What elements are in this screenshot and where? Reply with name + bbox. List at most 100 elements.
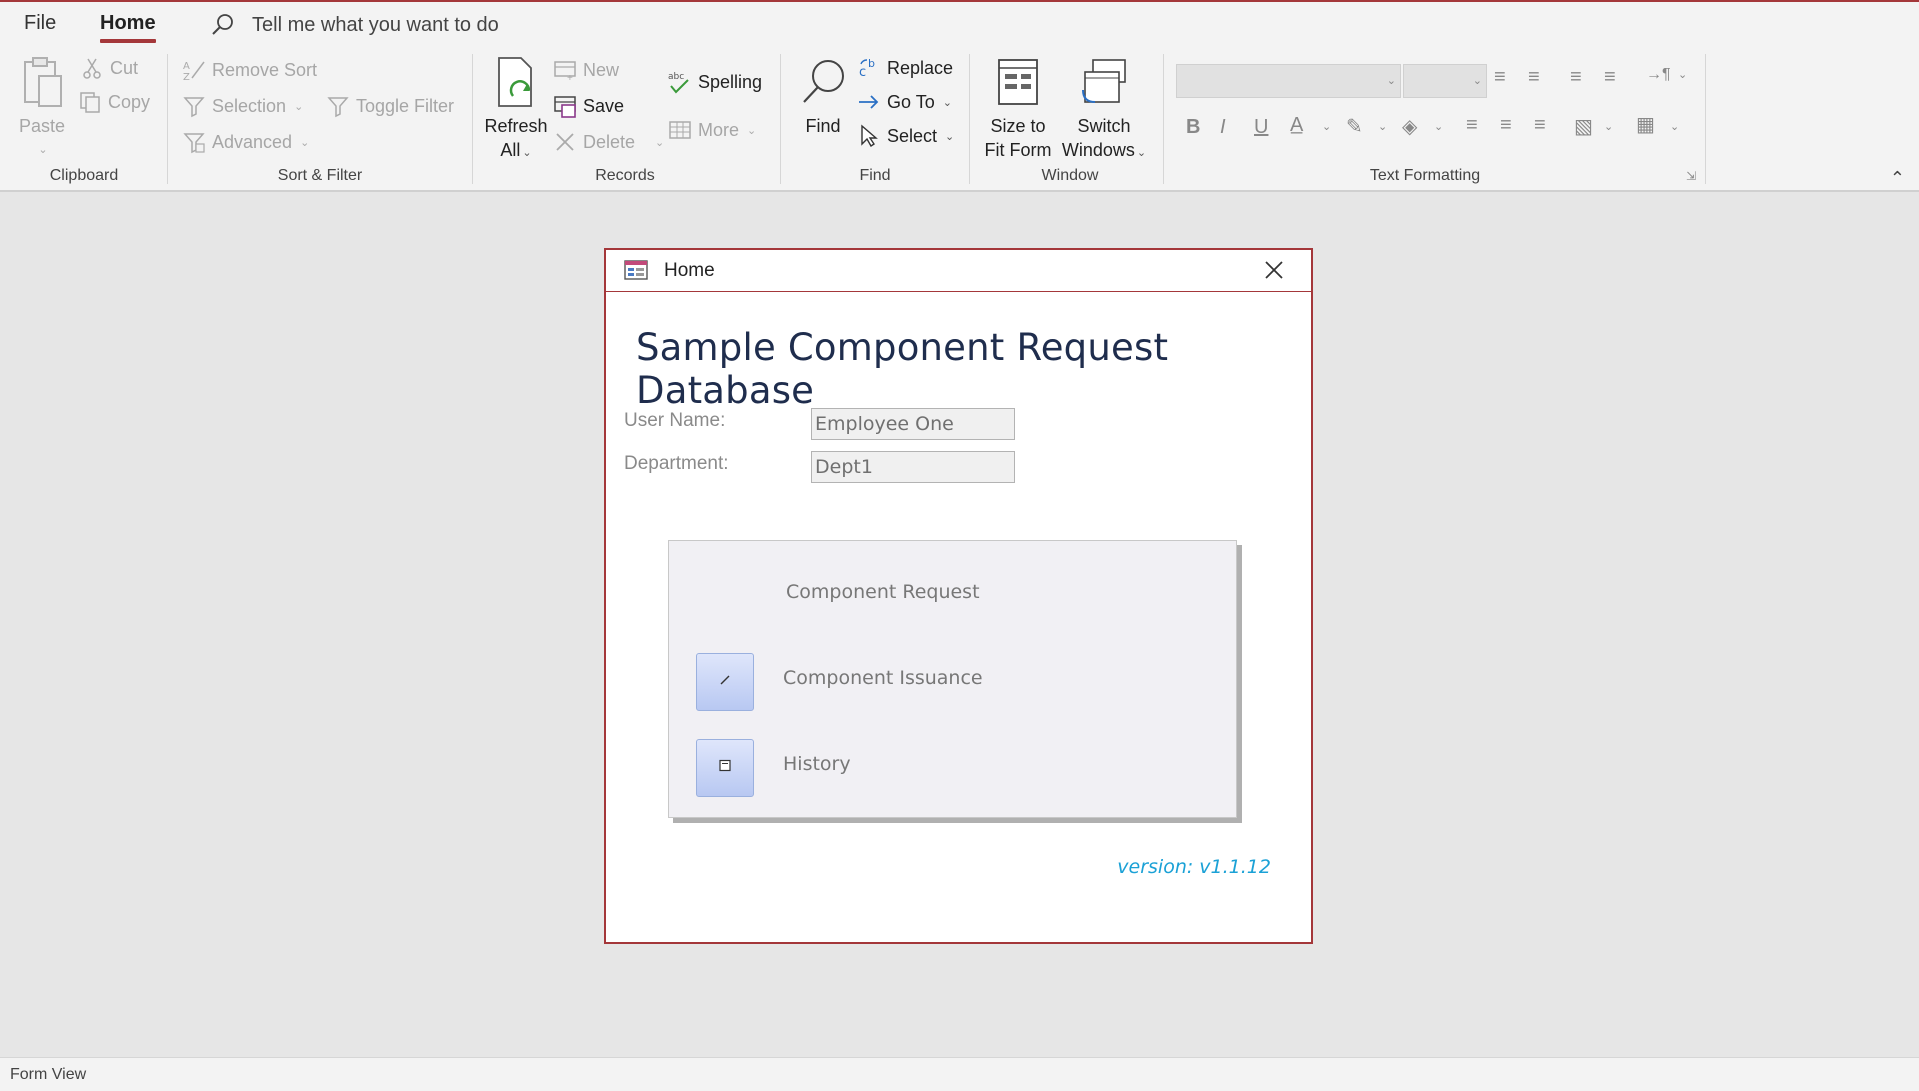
component-issuance-label: Component Issuance bbox=[783, 667, 983, 689]
svg-text:Z: Z bbox=[183, 72, 190, 82]
svg-text:abc: abc bbox=[668, 72, 684, 82]
new-record-icon: + bbox=[553, 58, 577, 84]
ribbon-separator bbox=[167, 54, 168, 184]
conditional-format-icon[interactable]: ▧ bbox=[1574, 114, 1593, 139]
refresh-all-button[interactable]: Refresh All ⌄ bbox=[484, 56, 548, 165]
new-record-button[interactable]: + New bbox=[553, 58, 620, 84]
chevron-down-icon: ⌄ bbox=[300, 136, 310, 149]
delete-icon bbox=[553, 130, 577, 154]
align-left-icon[interactable]: ≡ bbox=[1466, 114, 1478, 137]
close-icon[interactable] bbox=[1263, 259, 1285, 281]
copy-button[interactable]: Copy bbox=[78, 90, 150, 114]
delete-record-button[interactable]: Delete ⌄ bbox=[553, 130, 664, 154]
history-label: History bbox=[783, 753, 851, 775]
toggle-filter-button[interactable]: Toggle Filter bbox=[326, 94, 454, 118]
switch-windows-icon bbox=[1079, 56, 1129, 112]
replace-button[interactable]: cb Replace bbox=[857, 56, 953, 80]
group-label-window: Window bbox=[1041, 167, 1099, 184]
chevron-down-icon[interactable]: ⌄ bbox=[1378, 120, 1387, 133]
highlight-icon[interactable]: ✎ bbox=[1346, 114, 1363, 139]
form-title: Home bbox=[664, 260, 715, 281]
selection-label: Selection bbox=[212, 95, 287, 116]
advanced-button[interactable]: Advanced ⌄ bbox=[182, 130, 309, 154]
italic-button[interactable]: I bbox=[1220, 116, 1226, 139]
chevron-down-icon[interactable]: ⌄ bbox=[1670, 120, 1679, 133]
spelling-icon: abc bbox=[668, 70, 692, 94]
switch-windows-line1: Switch bbox=[1077, 116, 1131, 136]
new-label: New bbox=[583, 59, 620, 80]
version-label: version: v1.1.12 bbox=[1117, 856, 1271, 878]
chevron-down-icon: ⌄ bbox=[1136, 147, 1147, 159]
chevron-down-icon: ⌄ bbox=[655, 136, 665, 149]
save-record-button[interactable]: Save bbox=[553, 94, 624, 118]
chevron-down-icon: ⌄ bbox=[1472, 75, 1482, 87]
bullets-icon[interactable]: ≡ bbox=[1494, 66, 1506, 89]
select-button[interactable]: Select ⌄ bbox=[857, 124, 954, 148]
decrease-indent-icon[interactable]: ≡ bbox=[1604, 66, 1616, 89]
user-name-field[interactable]: Employee One bbox=[811, 408, 1015, 440]
group-label-sort-filter: Sort & Filter bbox=[277, 167, 363, 184]
department-field[interactable]: Dept1 bbox=[811, 451, 1015, 483]
chevron-down-icon: ⌄ bbox=[522, 147, 532, 159]
find-button[interactable]: Find bbox=[796, 56, 850, 138]
gridlines-icon[interactable]: ▦ bbox=[1636, 112, 1655, 137]
refresh-label-line2: All bbox=[500, 140, 521, 160]
fill-color-icon[interactable]: ◈ bbox=[1402, 114, 1417, 139]
replace-label: Replace bbox=[887, 57, 954, 78]
tell-me-box[interactable]: Tell me what you want to do bbox=[210, 12, 499, 38]
department-label: Department: bbox=[624, 453, 729, 474]
tab-home[interactable]: Home bbox=[100, 12, 156, 43]
chevron-down-icon[interactable]: ⌄ bbox=[1604, 120, 1613, 133]
history-button[interactable] bbox=[696, 739, 754, 797]
chevron-down-icon[interactable]: ⌄ bbox=[1678, 68, 1687, 81]
increase-indent-icon[interactable]: ≡ bbox=[1570, 66, 1582, 89]
align-center-icon[interactable]: ≡ bbox=[1500, 114, 1512, 137]
selection-button[interactable]: Selection ⌄ bbox=[182, 94, 303, 118]
copy-icon bbox=[78, 90, 102, 114]
remove-sort-button[interactable]: AZ Remove Sort bbox=[182, 58, 317, 84]
chevron-down-icon: ⌄ bbox=[38, 144, 48, 156]
refresh-label-line1: Refresh bbox=[484, 116, 548, 136]
component-issuance-button[interactable] bbox=[696, 653, 754, 711]
paste-label: Paste bbox=[18, 116, 66, 136]
go-to-button[interactable]: Go To ⌄ bbox=[857, 90, 952, 114]
dialog-launcher-icon[interactable]: ⇲ bbox=[1686, 169, 1696, 183]
pencil-icon bbox=[719, 673, 731, 691]
spelling-button[interactable]: abc Spelling bbox=[668, 70, 762, 94]
group-label-text-formatting: Text Formatting bbox=[1369, 167, 1481, 184]
group-label-find: Find bbox=[859, 167, 891, 184]
tab-file[interactable]: File bbox=[24, 12, 56, 35]
ribbon-tab-bar: File Home Tell me what you want to do bbox=[0, 2, 1919, 48]
form-title-bar: Home bbox=[606, 250, 1311, 292]
numbering-icon[interactable]: ≡ bbox=[1528, 66, 1540, 89]
paste-button[interactable]: Paste ⌄ bbox=[14, 56, 70, 162]
font-size-combo[interactable]: ⌄ bbox=[1403, 64, 1487, 98]
chevron-down-icon: ⌄ bbox=[945, 130, 955, 143]
chevron-down-icon: ⌄ bbox=[747, 124, 757, 137]
more-button[interactable]: More ⌄ bbox=[668, 118, 756, 142]
chevron-down-icon[interactable]: ⌄ bbox=[1322, 120, 1331, 133]
tell-me-label: Tell me what you want to do bbox=[252, 13, 499, 36]
cursor-icon bbox=[857, 124, 881, 148]
font-color-icon[interactable]: A̲ bbox=[1290, 114, 1303, 137]
size-to-fit-form-button[interactable]: Size to Fit Form bbox=[982, 56, 1054, 162]
component-request-label[interactable]: Component Request bbox=[786, 581, 980, 603]
refresh-icon bbox=[491, 56, 541, 112]
paragraph-direction-icon[interactable]: →¶ bbox=[1646, 66, 1671, 84]
collapse-ribbon-icon[interactable]: ⌃ bbox=[1890, 168, 1905, 189]
switch-windows-button[interactable]: Switch Windows ⌄ bbox=[1058, 56, 1150, 165]
align-right-icon[interactable]: ≡ bbox=[1534, 114, 1546, 137]
status-bar: Form View bbox=[0, 1057, 1919, 1091]
chevron-down-icon[interactable]: ⌄ bbox=[1434, 120, 1443, 133]
underline-button[interactable]: U bbox=[1254, 116, 1268, 139]
bold-button[interactable]: B bbox=[1186, 116, 1200, 139]
group-label-clipboard: Clipboard bbox=[49, 167, 119, 184]
size-to-fit-line2: Fit Form bbox=[984, 140, 1052, 160]
paste-icon bbox=[17, 56, 67, 112]
ribbon-separator bbox=[472, 54, 473, 184]
advanced-label: Advanced bbox=[212, 131, 293, 152]
more-grid-icon bbox=[668, 118, 692, 142]
switch-windows-line2: Windows bbox=[1061, 140, 1135, 160]
font-name-combo[interactable]: ⌄ bbox=[1176, 64, 1401, 98]
cut-button[interactable]: Cut bbox=[80, 56, 138, 80]
